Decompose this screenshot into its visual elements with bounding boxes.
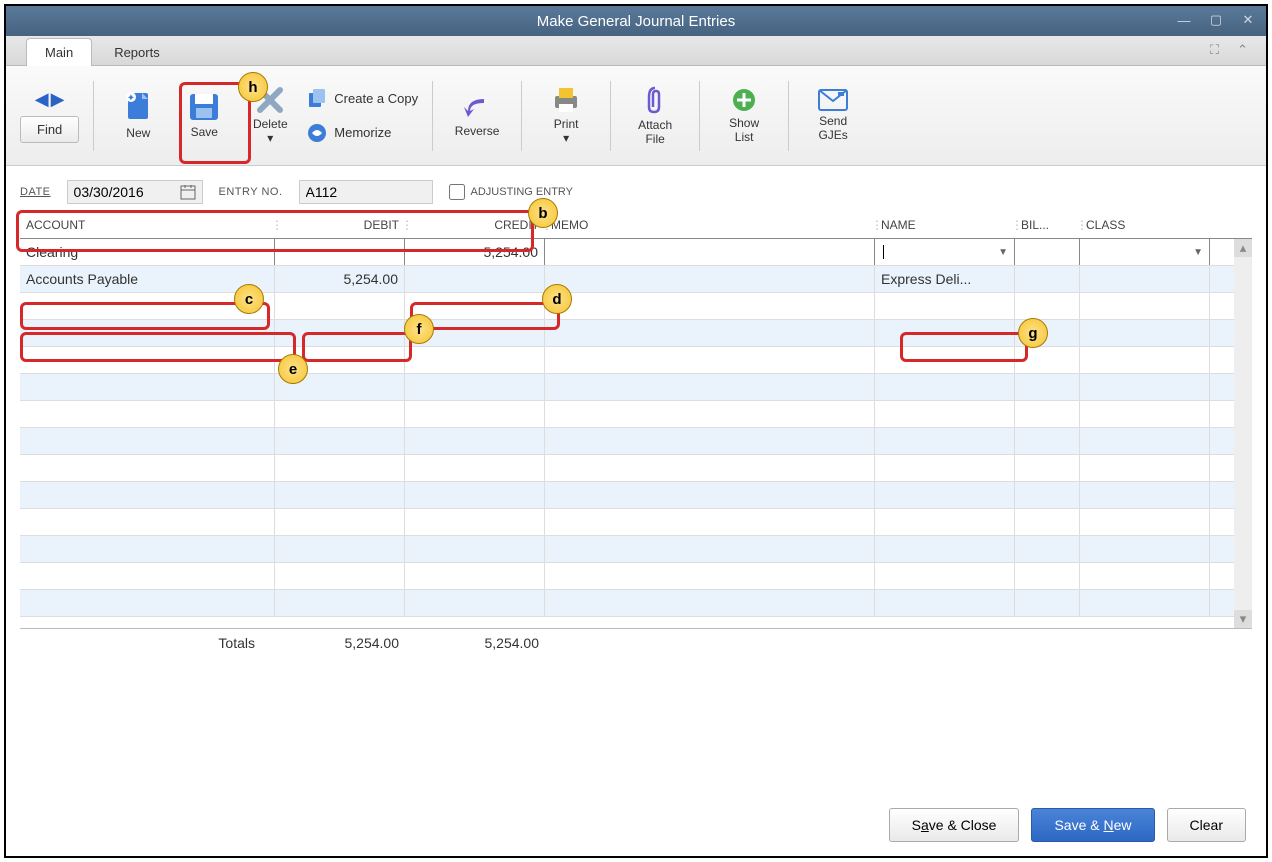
clear-button[interactable]: Clear: [1167, 808, 1246, 842]
cell-debit[interactable]: [275, 239, 405, 265]
date-field-box[interactable]: [67, 180, 203, 204]
table-row[interactable]: [20, 563, 1252, 590]
adjusting-entry-checkbox[interactable]: [449, 184, 465, 200]
copy-icon: [306, 88, 328, 110]
cell-name[interactable]: Express Deli...: [875, 266, 1015, 292]
vertical-scrollbar[interactable]: ▴ ▾: [1234, 239, 1252, 628]
delete-x-icon: [256, 86, 284, 114]
new-file-icon: ✦: [124, 91, 152, 123]
total-debit: 5,254.00: [275, 635, 405, 651]
journal-entry-window: Make General Journal Entries — ▢ ✕ Main …: [4, 4, 1268, 858]
table-row[interactable]: [20, 293, 1252, 320]
entry-no-input[interactable]: [306, 184, 426, 200]
reverse-arrow-icon: [462, 93, 492, 121]
save-new-button[interactable]: Save & New: [1031, 808, 1154, 842]
cell-credit[interactable]: 5,254.00: [405, 239, 545, 265]
table-row[interactable]: [20, 482, 1252, 509]
col-class[interactable]: CLASS: [1080, 212, 1210, 238]
table-row[interactable]: [20, 590, 1252, 617]
save-close-button[interactable]: Save & Close: [889, 808, 1020, 842]
plus-circle-icon: [731, 87, 757, 113]
totals-row: Totals 5,254.00 5,254.00: [20, 629, 1252, 657]
next-arrow-icon[interactable]: ▶: [51, 89, 65, 110]
scroll-down-icon[interactable]: ▾: [1234, 610, 1252, 628]
table-row[interactable]: [20, 374, 1252, 401]
footer-buttons: Save & Close Save & New Clear: [889, 808, 1246, 842]
save-button[interactable]: Save: [174, 77, 234, 155]
col-debit[interactable]: DEBIT: [275, 212, 405, 238]
envelope-icon: [818, 89, 848, 111]
reverse-button[interactable]: Reverse: [447, 77, 507, 155]
svg-text:✦: ✦: [127, 93, 135, 104]
show-list-button[interactable]: ShowList: [714, 77, 774, 155]
totals-label: Totals: [20, 635, 275, 651]
table-row[interactable]: [20, 455, 1252, 482]
journal-grid: ACCOUNT DEBIT CREDIT MEMO NAME BIL... CL…: [20, 212, 1252, 657]
minimize-button[interactable]: —: [1174, 10, 1194, 30]
window-title: Make General Journal Entries: [537, 13, 735, 30]
grid-body[interactable]: Clearing 5,254.00 ▼ ▼ Accounts Payable 5…: [20, 239, 1252, 629]
memorize-button[interactable]: Memorize: [306, 119, 418, 147]
memorize-icon: [306, 122, 328, 144]
total-credit: 5,254.00: [405, 635, 545, 651]
cell-class[interactable]: ▼: [1080, 239, 1210, 265]
date-input[interactable]: [74, 184, 174, 200]
tab-row: Main Reports ⛶ ⌃: [6, 36, 1266, 66]
tab-main[interactable]: Main: [26, 38, 92, 66]
date-label: DATE: [20, 186, 51, 198]
entry-no-box[interactable]: [299, 180, 433, 204]
cell-account[interactable]: Clearing: [20, 239, 275, 265]
attach-file-button[interactable]: AttachFile: [625, 77, 685, 155]
col-name[interactable]: NAME: [875, 212, 1015, 238]
table-row[interactable]: [20, 320, 1252, 347]
table-row[interactable]: [20, 401, 1252, 428]
save-disk-icon: [188, 92, 220, 122]
printer-icon: [551, 86, 581, 114]
cell-memo[interactable]: [545, 239, 875, 265]
tab-reports[interactable]: Reports: [96, 39, 178, 66]
col-credit[interactable]: CREDIT: [405, 212, 545, 238]
cell-account[interactable]: Accounts Payable: [20, 266, 275, 292]
table-row[interactable]: [20, 428, 1252, 455]
cell-debit[interactable]: 5,254.00: [275, 266, 405, 292]
delete-button[interactable]: Delete▾: [240, 77, 300, 155]
col-account[interactable]: ACCOUNT: [20, 212, 275, 238]
ribbon-toolbar: ◀ ▶ Find ✦ New Save Delete▾: [6, 66, 1266, 166]
find-button[interactable]: Find: [20, 116, 79, 143]
chevron-down-icon[interactable]: ▼: [1193, 247, 1203, 258]
cell-bil[interactable]: [1015, 266, 1080, 292]
scroll-up-icon[interactable]: ▴: [1234, 239, 1252, 257]
prev-arrow-icon[interactable]: ◀: [35, 89, 49, 110]
cell-credit[interactable]: [405, 266, 545, 292]
entry-no-label: ENTRY NO.: [219, 186, 283, 198]
print-button[interactable]: Print▾: [536, 77, 596, 155]
table-row[interactable]: [20, 536, 1252, 563]
adjusting-entry-label: ADJUSTING ENTRY: [471, 186, 573, 198]
table-row[interactable]: [20, 509, 1252, 536]
calendar-icon[interactable]: [180, 184, 196, 200]
cell-name[interactable]: ▼: [875, 239, 1015, 265]
collapse-ribbon-icon[interactable]: ⌃: [1237, 42, 1248, 58]
cell-class[interactable]: [1080, 266, 1210, 292]
table-row[interactable]: [20, 347, 1252, 374]
cell-memo[interactable]: [545, 266, 875, 292]
entry-header-row: DATE ENTRY NO. ADJUSTING ENTRY: [6, 166, 1266, 212]
grid-header: ACCOUNT DEBIT CREDIT MEMO NAME BIL... CL…: [20, 212, 1252, 239]
titlebar: Make General Journal Entries — ▢ ✕: [6, 6, 1266, 36]
expand-ribbon-icon[interactable]: ⛶: [1210, 42, 1219, 58]
cell-bil[interactable]: [1015, 239, 1080, 265]
close-button[interactable]: ✕: [1238, 10, 1258, 30]
col-memo[interactable]: MEMO: [545, 212, 875, 238]
maximize-button[interactable]: ▢: [1206, 10, 1226, 30]
col-bil[interactable]: BIL...: [1015, 212, 1080, 238]
chevron-down-icon[interactable]: ▼: [998, 247, 1008, 258]
paperclip-icon: [643, 85, 667, 115]
new-button[interactable]: ✦ New: [108, 77, 168, 155]
send-gjes-button[interactable]: SendGJEs: [803, 77, 863, 155]
table-row[interactable]: Clearing 5,254.00 ▼ ▼: [20, 239, 1252, 266]
create-copy-button[interactable]: Create a Copy: [306, 85, 418, 113]
table-row[interactable]: Accounts Payable 5,254.00 Express Deli..…: [20, 266, 1252, 293]
